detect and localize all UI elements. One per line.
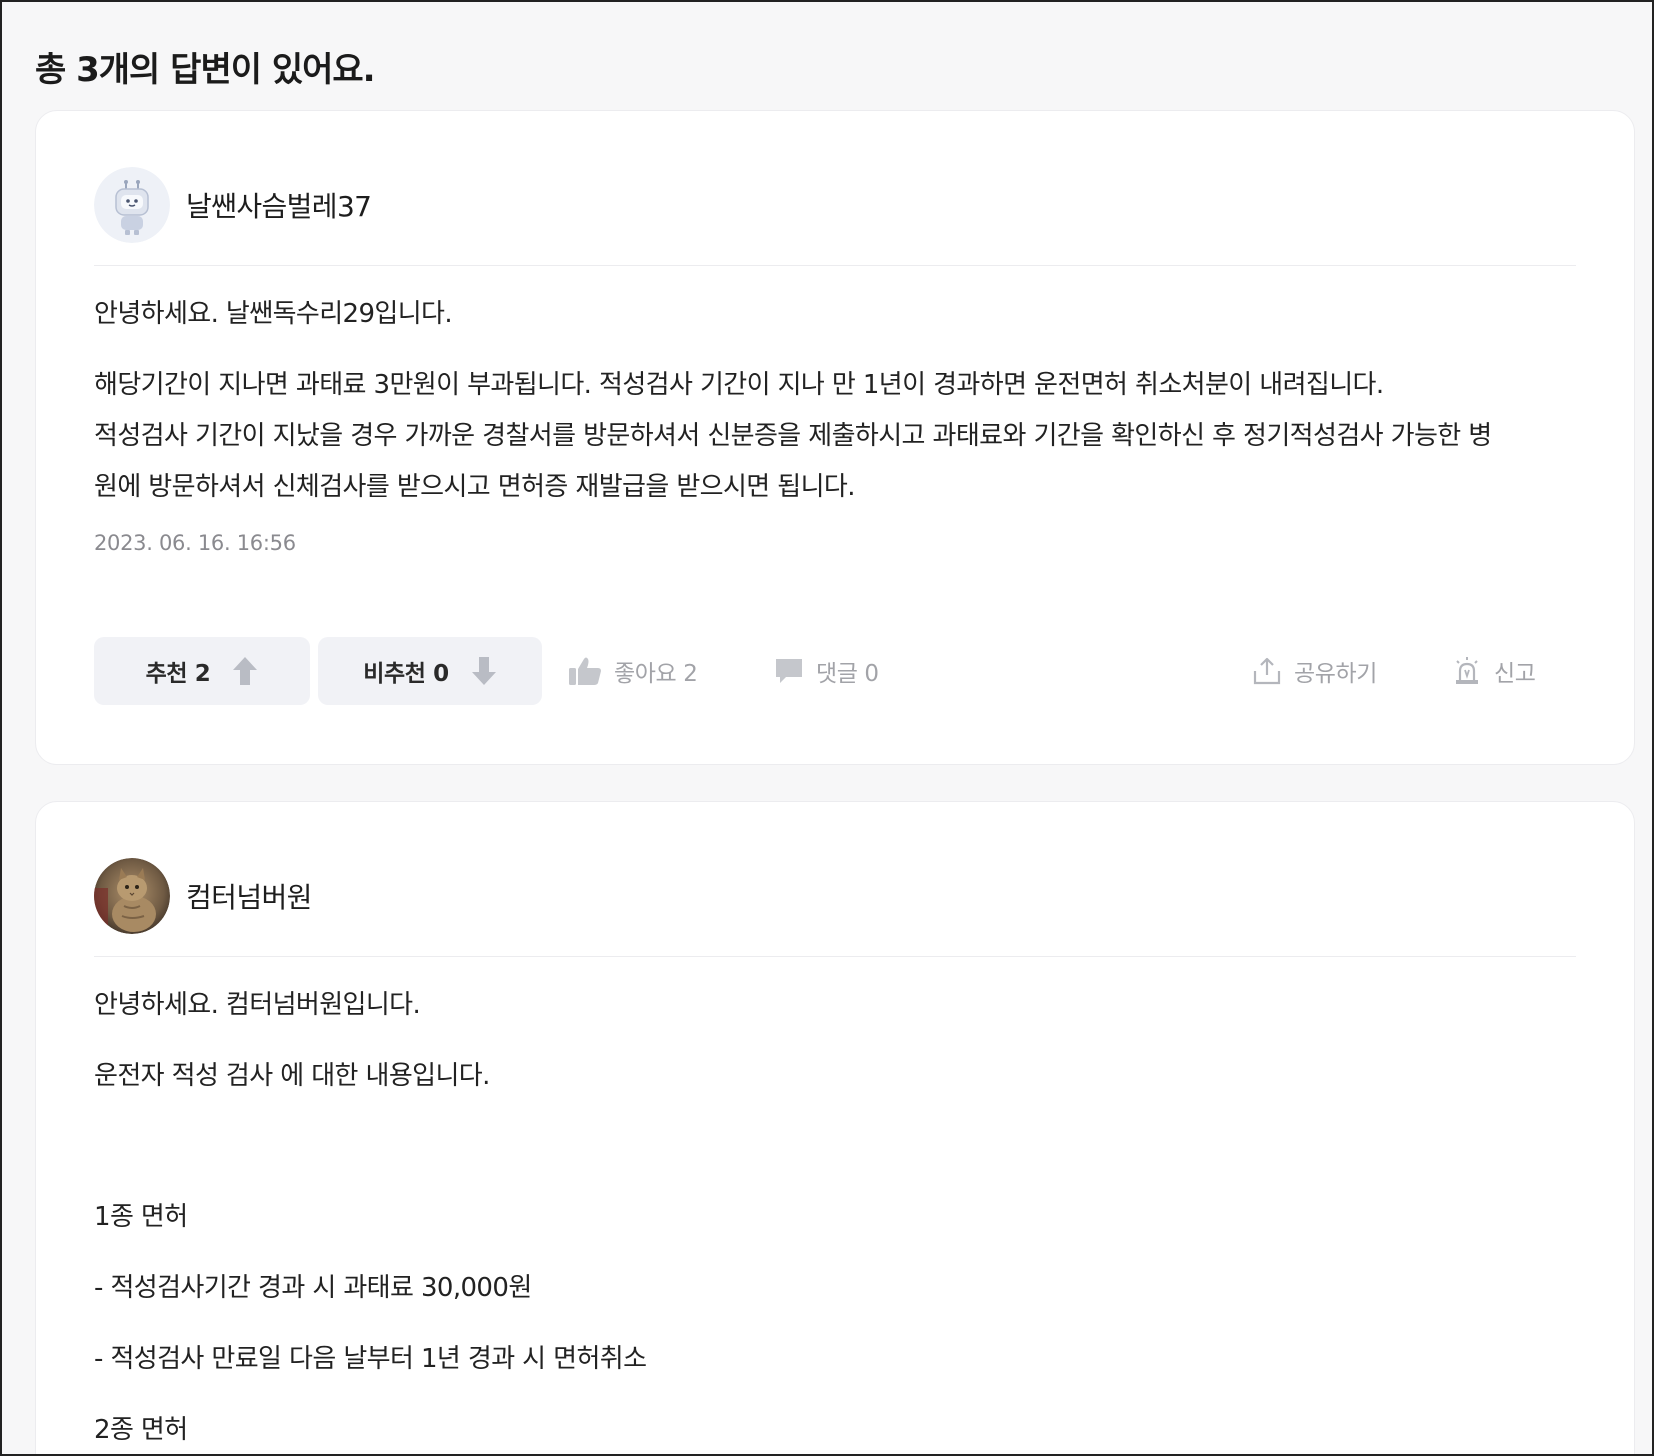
report-button[interactable]: 신고 (1452, 637, 1536, 705)
like-button[interactable]: 좋아요 2 (568, 637, 698, 705)
comment-icon (776, 659, 802, 683)
downvote-button[interactable]: 비추천 0 (318, 637, 542, 705)
answer-card: 날쌘사슴벌레37 안녕하세요. 날쌘독수리29입니다. 해당기간이 지나면 과태… (35, 110, 1635, 765)
cat-photo-avatar[interactable] (94, 858, 170, 934)
answer-paragraph: 적성검사 기간이 지났을 경우 가까운 경찰서를 방문하셔서 신분증을 제출하시… (94, 421, 1492, 451)
answer-paragraph: 해당기간이 지나면 과태료 3만원이 부과됩니다. 적성검사 기간이 지나 만 … (94, 370, 1384, 400)
answer-paragraph: 운전자 적성 검사 에 대한 내용입니다. (94, 1061, 490, 1091)
siren-icon (1456, 657, 1478, 684)
answer-body: 안녕하세요. 날쌘독수리29입니다. 해당기간이 지나면 과태료 3만원이 부과… (94, 289, 1576, 513)
share-button[interactable]: 공유하기 (1252, 637, 1377, 705)
answer-paragraph: 1종 면허 (94, 1202, 188, 1232)
answers-panel: 총 3개의 답변이 있어요. 날쌘사슴벌레37 안녕하세요. 날쌘독수리29입니… (0, 0, 1654, 1456)
divider (94, 956, 1576, 957)
answer-body: 안녕하세요. 컴터넘버원입니다. 운전자 적성 검사 에 대한 내용입니다. 1… (94, 980, 1576, 1454)
downvote-label: 비추천 0 (363, 661, 449, 687)
robot-avatar-icon[interactable] (94, 167, 170, 243)
answer-timestamp: 2023. 06. 16. 16:56 (94, 531, 296, 555)
share-icon (1253, 657, 1281, 685)
report-label: 신고 (1494, 661, 1536, 687)
answer-paragraph: 원에 방문하셔서 신체검사를 받으시고 면허증 재발급을 받으시면 됩니다. (94, 472, 856, 502)
upvote-label: 추천 2 (145, 661, 211, 687)
answer-card: 컴터넘버원 안녕하세요. 컴터넘버원입니다. 운전자 적성 검사 에 대한 내용… (35, 801, 1635, 1454)
answer-paragraph: - 적성검사 만료일 다음 날부터 1년 경과 시 면허취소 (94, 1344, 647, 1374)
arrow-up-icon (233, 657, 258, 685)
upvote-button[interactable]: 추천 2 (94, 637, 310, 705)
answer-paragraph: - 적성검사기간 경과 시 과태료 30,000원 (94, 1273, 532, 1303)
answers-count-heading: 총 3개의 답변이 있어요. (35, 50, 376, 90)
author-name[interactable]: 날쌘사슴벌레37 (186, 185, 372, 225)
arrow-down-icon (471, 657, 496, 685)
author-row: 날쌘사슴벌레37 (94, 167, 372, 243)
author-row: 컴터넘버원 (94, 858, 312, 934)
answer-paragraph: 안녕하세요. 날쌘독수리29입니다. (94, 299, 453, 329)
comment-label: 댓글 0 (816, 661, 879, 687)
like-label: 좋아요 2 (614, 661, 698, 687)
answer-paragraph: 2종 면허 (94, 1415, 188, 1445)
share-label: 공유하기 (1294, 661, 1378, 687)
answer-paragraph: 안녕하세요. 컴터넘버원입니다. (94, 990, 421, 1020)
comment-button[interactable]: 댓글 0 (774, 637, 879, 705)
author-name[interactable]: 컴터넘버원 (186, 876, 312, 916)
divider (94, 265, 1576, 266)
thumbs-up-icon (569, 657, 601, 685)
answer-actions: 추천 2 비추천 0 좋아요 2 댓글 0 공유하기 신고 (94, 637, 1576, 705)
